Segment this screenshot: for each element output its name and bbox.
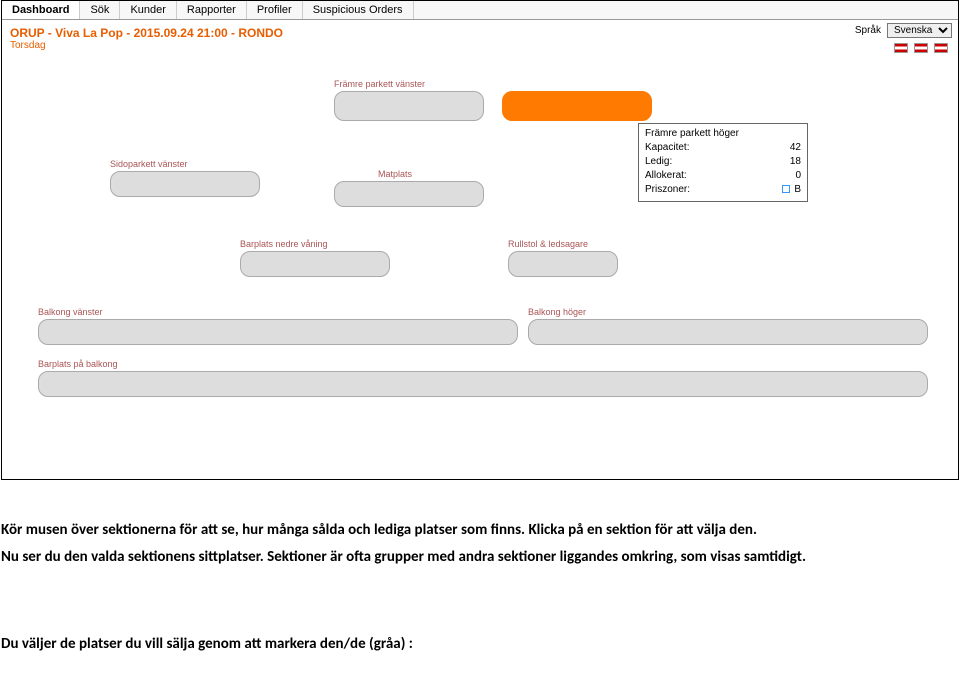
section-barplats-nedre[interactable] — [240, 251, 390, 277]
section-sidoparkett-vanster[interactable] — [110, 171, 260, 197]
instructions: Kör musen över sektionerna för att se, h… — [1, 520, 959, 655]
flag-icon[interactable] — [914, 43, 928, 53]
venue-map: Främre parkett vänster Främre parkett hö… — [2, 59, 958, 459]
app-frame: Dashboard Sök Kunder Rapporter Profiler … — [1, 0, 959, 480]
nav-tab-sok[interactable]: Sök — [80, 1, 120, 19]
flag-row — [894, 43, 948, 53]
section-framre-parkett-vanster[interactable] — [334, 91, 484, 121]
language-picker: Språk Svenska — [855, 23, 952, 38]
nav-tab-rapporter[interactable]: Rapporter — [177, 1, 247, 19]
section-label-barplats-nedre: Barplats nedre våning — [240, 239, 328, 249]
tooltip-priszoner-label: Priszoner: — [645, 183, 690, 197]
section-barplats-balkong[interactable] — [38, 371, 928, 397]
tooltip-ledig-value: 18 — [790, 155, 801, 169]
language-label: Språk — [855, 25, 881, 36]
tooltip-title: Främre parkett höger — [645, 128, 801, 139]
nav-tab-profiler[interactable]: Profiler — [247, 1, 303, 19]
section-label-barplats-balkong: Barplats på balkong — [38, 359, 118, 369]
tooltip-priszoner-value: B — [782, 183, 801, 197]
tooltip-allokerat-label: Allokerat: — [645, 169, 687, 183]
section-label-matplats: Matplats — [378, 169, 412, 179]
event-day: Torsdag — [2, 40, 958, 59]
nav-tab-dashboard[interactable]: Dashboard — [2, 1, 80, 19]
instruction-line-1: Kör musen över sektionerna för att se, h… — [1, 520, 959, 541]
tooltip-allokerat-value: 0 — [795, 169, 801, 183]
flag-icon[interactable] — [894, 43, 908, 53]
nav-tab-suspicious[interactable]: Suspicious Orders — [303, 1, 414, 19]
instruction-line-2: Nu ser du den valda sektionens sittplats… — [1, 547, 959, 568]
pricezone-color-icon — [782, 185, 790, 193]
section-tooltip: Främre parkett höger Kapacitet: 42 Ledig… — [638, 123, 808, 202]
tooltip-kapacitet-label: Kapacitet: — [645, 141, 689, 155]
tooltip-kapacitet-value: 42 — [790, 141, 801, 155]
section-framre-parkett-hoger[interactable] — [502, 91, 652, 121]
section-label-framre-parkett-vanster: Främre parkett vänster — [334, 79, 425, 89]
nav-tab-kunder[interactable]: Kunder — [120, 1, 176, 19]
navbar: Dashboard Sök Kunder Rapporter Profiler … — [2, 1, 958, 20]
section-balkong-vanster[interactable] — [38, 319, 518, 345]
section-label-sidoparkett-vanster: Sidoparkett vänster — [110, 159, 188, 169]
section-label-balkong-hoger: Balkong höger — [528, 307, 586, 317]
section-balkong-hoger[interactable] — [528, 319, 928, 345]
instruction-line-3: Du väljer de platser du vill sälja genom… — [1, 634, 959, 655]
section-label-rullstol: Rullstol & ledsagare — [508, 239, 588, 249]
event-title: ORUP - Viva La Pop - 2015.09.24 21:00 - … — [2, 20, 958, 40]
flag-icon[interactable] — [934, 43, 948, 53]
language-select[interactable]: Svenska — [887, 23, 952, 38]
section-label-balkong-vanster: Balkong vänster — [38, 307, 103, 317]
section-matplats[interactable] — [334, 181, 484, 207]
section-rullstol[interactable] — [508, 251, 618, 277]
tooltip-ledig-label: Ledig: — [645, 155, 672, 169]
